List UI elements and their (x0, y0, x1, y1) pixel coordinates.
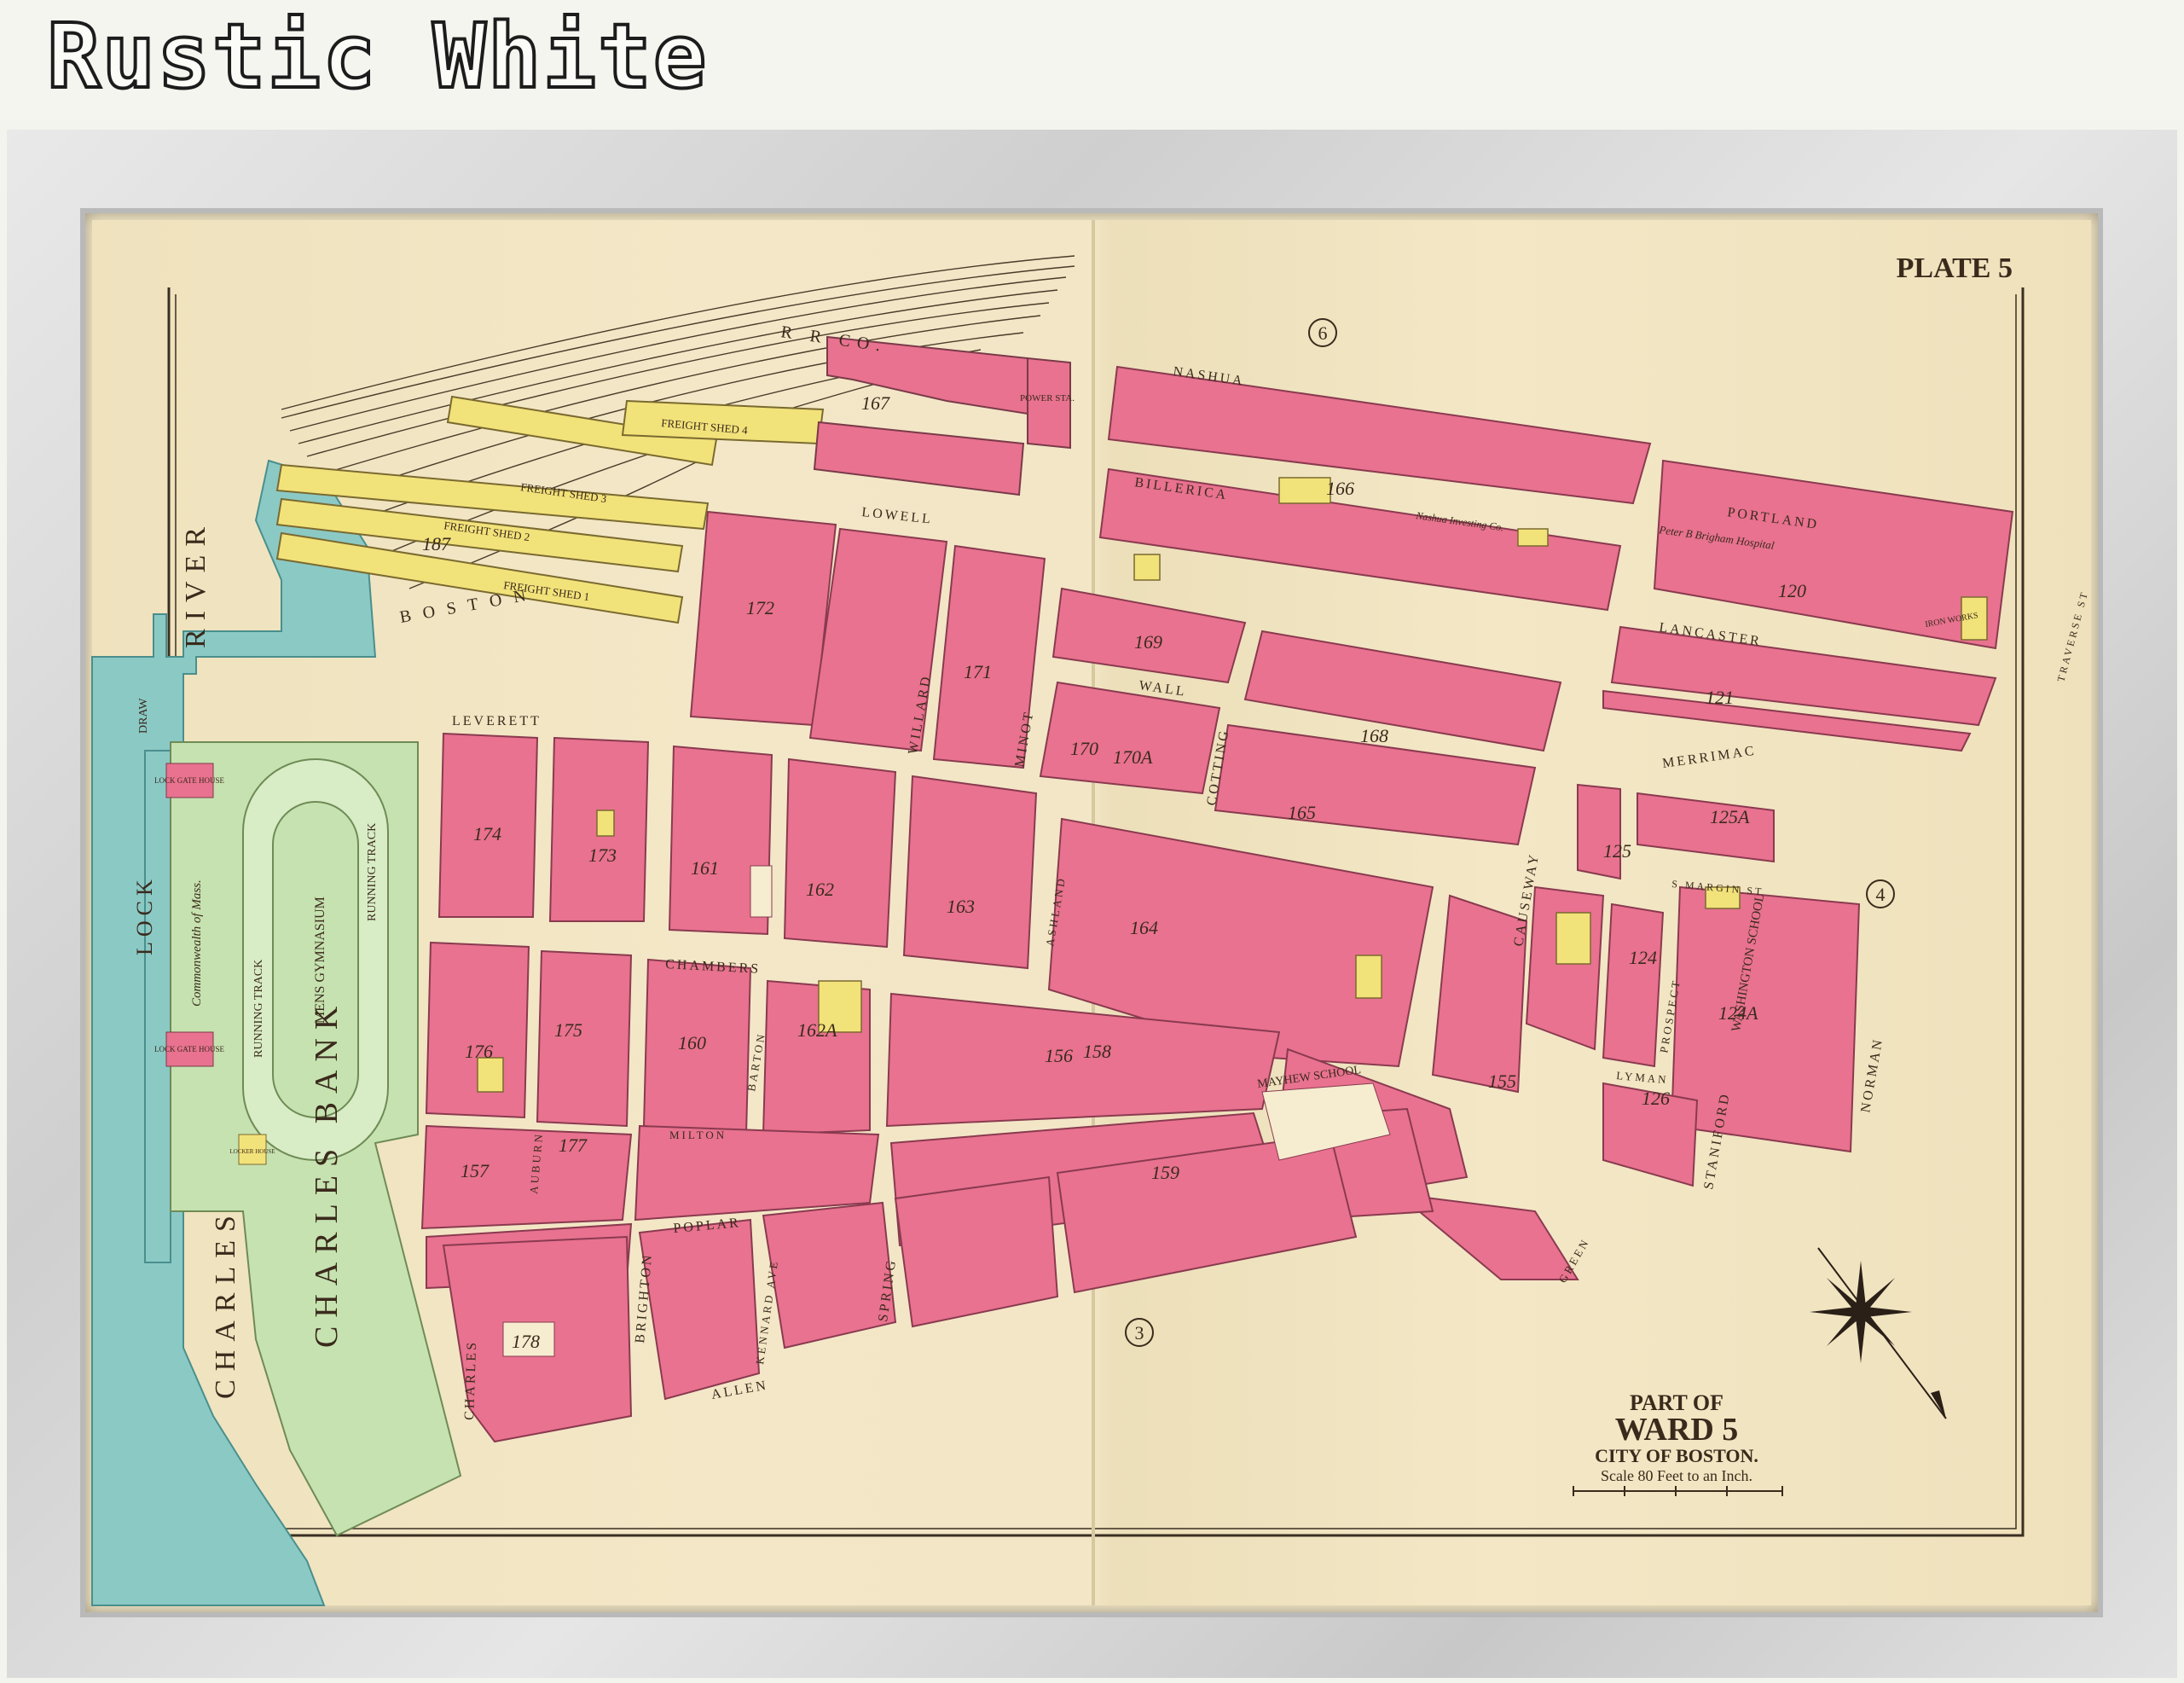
label-gymnasium: MENS GYMNASIUM (313, 897, 327, 1024)
label-river: RIVER (180, 519, 211, 648)
title-scale: Scale 80 Feet to an Inch. (1601, 1467, 1752, 1484)
block-124a: 124A (1718, 1002, 1758, 1024)
city-blocks (420, 365, 2014, 1443)
block-158: 158 (1083, 1041, 1111, 1062)
block-187: 187 (422, 533, 451, 554)
street-charles: CHARLES (462, 1340, 479, 1420)
compass-rose (1810, 1247, 1947, 1419)
rail-buildings (813, 335, 1071, 496)
street-kennard: KENNARD AVE (753, 1258, 780, 1365)
label-draw: DRAW (137, 698, 150, 734)
label-lock-gate-house-2: LOCK GATE HOUSE (154, 1045, 225, 1053)
block-159: 159 (1151, 1162, 1179, 1183)
label-charles-bank: CHARLES BANK (309, 998, 345, 1348)
street-traverse: TRAVERSE ST (2054, 589, 2090, 682)
block-170: 170 (1070, 738, 1098, 759)
map-canvas: 6 4 3 PLATE 5 PART OF WARD 5 CITY OF BOS… (91, 220, 2090, 1606)
scale-bar (1573, 1486, 1783, 1496)
block-176: 176 (465, 1041, 493, 1062)
label-running-track-1: RUNNING TRACK (252, 960, 265, 1058)
block-174: 174 (473, 823, 501, 844)
block-171: 171 (964, 661, 992, 682)
block-167: 167 (861, 392, 890, 414)
block-157: 157 (461, 1160, 490, 1181)
block-124: 124 (1629, 947, 1657, 968)
lock-channel (144, 750, 171, 1263)
block-121: 121 (1706, 687, 1734, 708)
block-178: 178 (512, 1331, 540, 1352)
label-power-station: POWER STA. (1020, 393, 1075, 403)
street-leverett: LEVERETT (452, 714, 542, 728)
block-175: 175 (554, 1019, 582, 1041)
block-156: 156 (1045, 1045, 1073, 1066)
label-charles-water: CHARLES (210, 1207, 241, 1399)
label-boston-rail: BOSTON (398, 584, 539, 627)
block-125a: 125A (1710, 806, 1750, 827)
label-lock: LOCK (132, 874, 157, 955)
label-commonwealth: Commonwealth of Mass. (190, 879, 204, 1007)
block-166: 166 (1326, 478, 1354, 499)
ward-marker-6: 6 (1318, 322, 1328, 344)
block-177: 177 (559, 1135, 588, 1156)
ward-marker-4: 4 (1876, 884, 1886, 905)
street-norman: NORMAN (1858, 1036, 1886, 1114)
street-milton: MILTON (669, 1129, 727, 1141)
block-155: 155 (1488, 1071, 1516, 1092)
block-164: 164 (1130, 917, 1158, 938)
block-172: 172 (746, 597, 774, 618)
block-160: 160 (678, 1032, 706, 1053)
block-162a: 162A (797, 1019, 837, 1041)
block-120: 120 (1778, 580, 1806, 601)
label-lock-gate-house-1: LOCK GATE HOUSE (154, 776, 225, 785)
block-163: 163 (947, 896, 975, 917)
block-165: 165 (1288, 802, 1316, 823)
block-173: 173 (588, 844, 617, 866)
street-lowell: LOWELL (861, 505, 934, 527)
block-126: 126 (1642, 1088, 1670, 1109)
title-ward: WARD 5 (1615, 1412, 1739, 1448)
block-162: 162 (806, 879, 834, 900)
label-running-track-2: RUNNING TRACK (366, 823, 379, 921)
street-merrimac: MERRIMAC (1661, 744, 1757, 771)
block-170a: 170A (1113, 746, 1153, 768)
label-locker-house: LOCKER HOUSE (229, 1148, 275, 1155)
ward-marker-3: 3 (1135, 1322, 1144, 1343)
plate-label: PLATE 5 (1897, 252, 2013, 284)
block-125: 125 (1603, 840, 1631, 862)
street-lyman: LYMAN (1616, 1069, 1669, 1086)
title-city: CITY OF BOSTON. (1595, 1445, 1758, 1466)
block-168: 168 (1360, 725, 1388, 746)
block-161: 161 (691, 857, 719, 879)
block-169: 169 (1134, 631, 1162, 653)
